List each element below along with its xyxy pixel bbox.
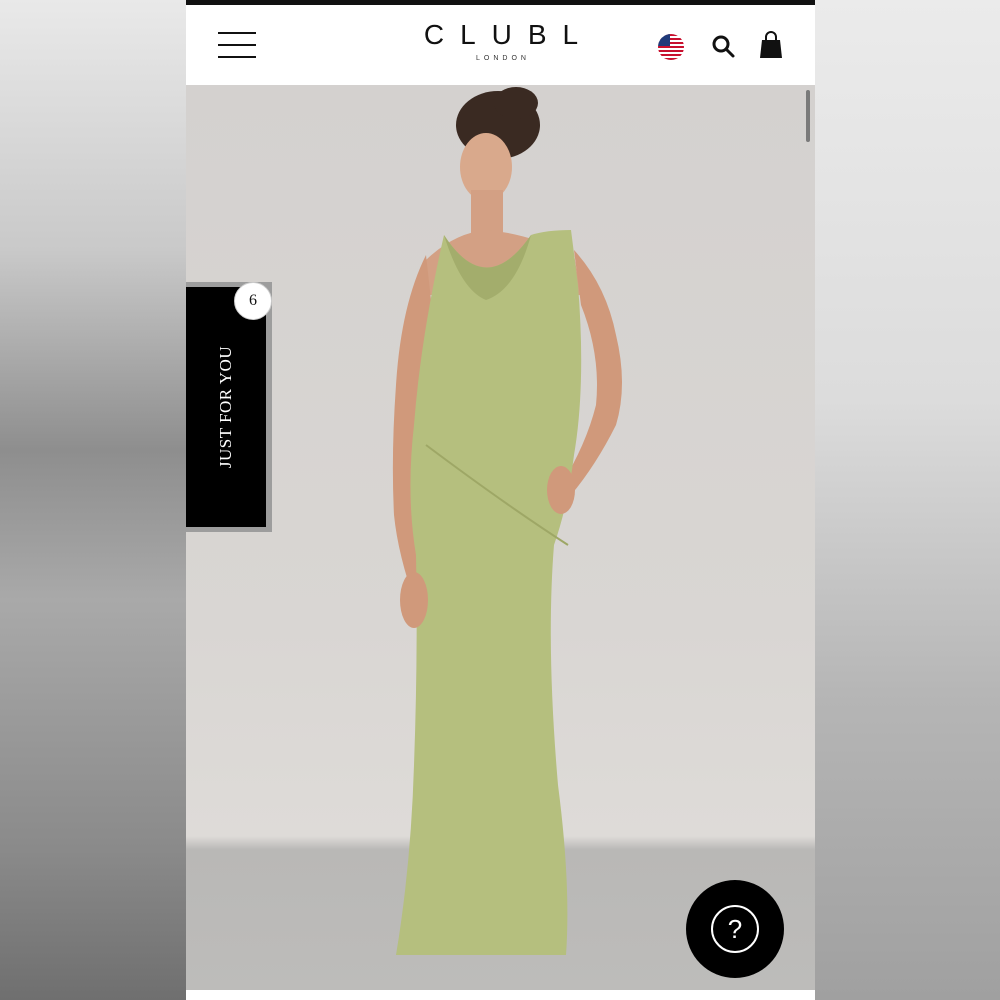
bottom-strip	[186, 990, 815, 1000]
model-dress-illustration	[392, 87, 622, 955]
site-header: CLUBL LONDON	[186, 5, 815, 85]
just-for-you-count-badge: 6	[234, 282, 272, 320]
scrollbar[interactable]	[806, 90, 810, 142]
us-flag-icon[interactable]	[658, 34, 684, 60]
brand-logo[interactable]: CLUBL LONDON	[391, 19, 611, 62]
phone-screen: CLUBL LONDON JUST FOR YOU 6 ?	[186, 0, 815, 1000]
just-for-you-tab[interactable]: JUST FOR YOU	[186, 287, 266, 527]
search-icon[interactable]	[710, 33, 736, 59]
background-blur-right	[814, 0, 1000, 1000]
logo-main-text: CLUBL	[423, 19, 595, 50]
shopping-bag-icon[interactable]	[759, 31, 783, 59]
background-blur-left	[0, 0, 186, 1000]
hero-product-image[interactable]	[186, 85, 815, 990]
logo-sub-text: LONDON	[476, 55, 530, 62]
question-mark-icon: ?	[711, 905, 759, 953]
hamburger-menu-icon[interactable]	[218, 32, 256, 58]
help-button[interactable]: ?	[686, 880, 784, 978]
just-for-you-label: JUST FOR YOU	[216, 345, 235, 469]
